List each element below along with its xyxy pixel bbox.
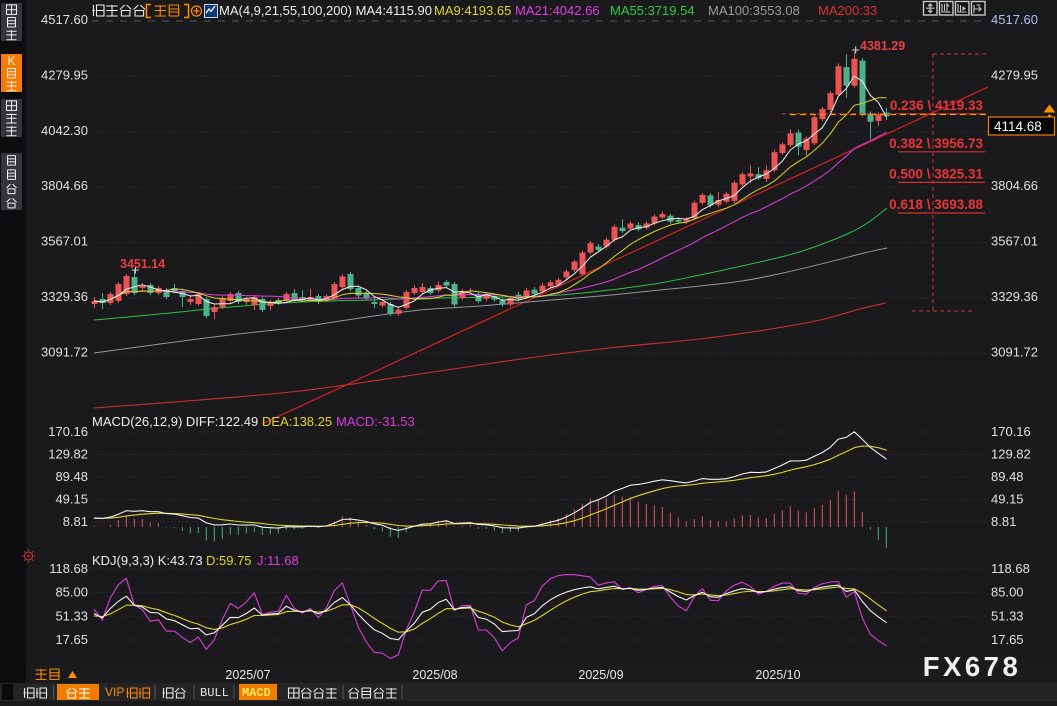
svg-text:MACD:-31.53: MACD:-31.53: [336, 414, 415, 429]
svg-text:118.68: 118.68: [991, 561, 1030, 576]
svg-text:0.618 \ 3693.88: 0.618 \ 3693.88: [889, 197, 983, 212]
svg-text:3567.01: 3567.01: [991, 234, 1038, 249]
svg-text:118.68: 118.68: [49, 561, 88, 576]
svg-text:4279.95: 4279.95: [41, 67, 88, 82]
svg-text:51.33: 51.33: [55, 608, 88, 623]
svg-text:129.82: 129.82: [991, 447, 1031, 462]
svg-text:0.382 \ 3956.73: 0.382 \ 3956.73: [889, 136, 983, 151]
svg-text:4114.68: 4114.68: [994, 119, 1042, 134]
svg-text:0.500 \ 3825.31: 0.500 \ 3825.31: [889, 166, 983, 181]
svg-text:49.15: 49.15: [55, 492, 88, 507]
svg-text:89.48: 89.48: [55, 469, 88, 484]
svg-text:4517.60: 4517.60: [41, 12, 88, 27]
svg-text:4042.30: 4042.30: [41, 123, 88, 138]
svg-text:3804.66: 3804.66: [41, 178, 88, 193]
svg-text:K: K: [7, 54, 15, 68]
svg-text:3329.36: 3329.36: [41, 289, 88, 304]
svg-text:2025/10: 2025/10: [755, 668, 800, 682]
svg-text:MA100:3553.08: MA100:3553.08: [708, 3, 800, 18]
svg-text:170.16: 170.16: [48, 424, 88, 439]
svg-text:3451.14: 3451.14: [120, 257, 165, 271]
svg-text:8.81: 8.81: [63, 514, 88, 529]
svg-text:FX678: FX678: [923, 651, 1022, 682]
svg-text:4381.29: 4381.29: [860, 39, 905, 53]
svg-text:MA9:4193.65: MA9:4193.65: [434, 3, 511, 18]
svg-text:J:11.68: J:11.68: [257, 553, 299, 568]
svg-text:MA200:33: MA200:33: [818, 3, 877, 18]
svg-text:8.81: 8.81: [991, 514, 1016, 529]
svg-text:17.65: 17.65: [55, 632, 88, 647]
svg-text:3804.66: 3804.66: [991, 178, 1038, 193]
svg-text:4279.95: 4279.95: [991, 67, 1038, 82]
svg-text:MA21:4042.66: MA21:4042.66: [515, 3, 600, 18]
svg-text:VIP: VIP: [105, 685, 124, 699]
svg-text:MACD: MACD: [242, 686, 271, 700]
svg-text:0.236 \ 4119.33: 0.236 \ 4119.33: [890, 98, 984, 113]
svg-text:17.65: 17.65: [991, 632, 1024, 647]
svg-text:51.33: 51.33: [991, 608, 1024, 623]
svg-text:MA(4,9,21,55,100,200) MA4:4115: MA(4,9,21,55,100,200) MA4:4115.90: [219, 3, 432, 18]
svg-text:MA55:3719.54: MA55:3719.54: [610, 3, 695, 18]
svg-text:2025/07: 2025/07: [225, 668, 270, 682]
svg-text:4517.60: 4517.60: [991, 12, 1038, 27]
svg-text:89.48: 89.48: [991, 469, 1024, 484]
svg-text:3329.36: 3329.36: [991, 289, 1038, 304]
svg-text:DEA:138.25: DEA:138.25: [262, 414, 332, 429]
svg-text:BULL: BULL: [200, 686, 229, 700]
svg-text:KDJ(9,3,3) K:43.73: KDJ(9,3,3) K:43.73: [92, 553, 203, 568]
svg-text:D:59.75: D:59.75: [206, 553, 252, 568]
svg-text:170.16: 170.16: [991, 424, 1031, 439]
svg-text:49.15: 49.15: [991, 492, 1024, 507]
svg-text:2025/08: 2025/08: [412, 668, 457, 682]
svg-text:129.82: 129.82: [48, 447, 88, 462]
svg-text:3567.01: 3567.01: [41, 234, 88, 249]
svg-text:85.00: 85.00: [991, 585, 1024, 600]
svg-text:3091.72: 3091.72: [991, 344, 1038, 359]
svg-text:85.00: 85.00: [55, 585, 88, 600]
svg-text:3091.72: 3091.72: [41, 344, 88, 359]
svg-text:2025/09: 2025/09: [578, 668, 623, 682]
svg-text:MACD(26,12,9) DIFF:122.49: MACD(26,12,9) DIFF:122.49: [92, 414, 258, 429]
